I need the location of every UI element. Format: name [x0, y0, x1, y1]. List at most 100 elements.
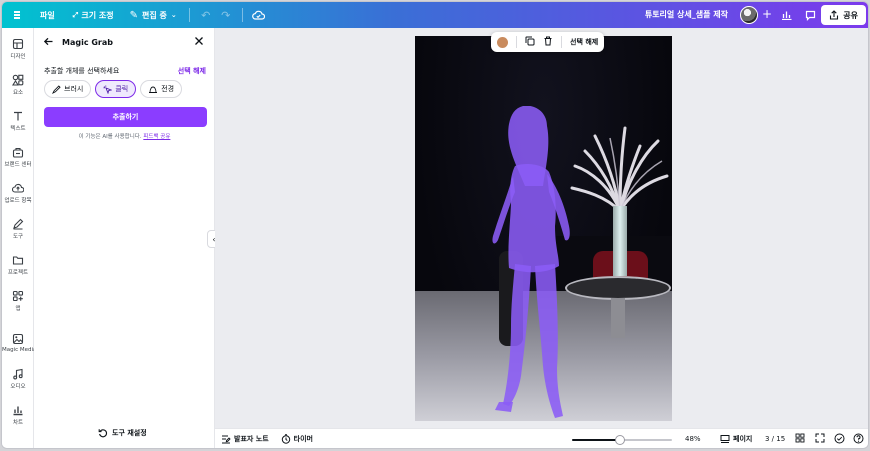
left-rail: 디자인 요소 텍스트 브랜드 센터 업로드 항목 도구 프로젝트 앱 Magic…	[2, 28, 37, 448]
chart-icon	[13, 406, 23, 416]
resize-icon: ⤢	[72, 10, 79, 19]
upload-icon	[12, 183, 24, 193]
bottom-bar: 발표자 노트 타이머 48% 페이지 3 / 15	[215, 428, 868, 448]
timer-icon	[281, 434, 290, 444]
plus-icon[interactable]: +	[762, 7, 772, 21]
divider	[516, 36, 517, 48]
canvas-photo[interactable]	[415, 36, 672, 421]
share-icon	[830, 10, 839, 20]
feedback-link[interactable]: 피드백 공유	[143, 134, 170, 140]
mode-label: 클릭	[115, 85, 129, 93]
rail-label: 오디오	[10, 384, 26, 390]
reset-icon	[98, 429, 108, 438]
avatar[interactable]	[740, 6, 758, 24]
click-icon	[103, 85, 113, 94]
rail-label: 업로드 항목	[4, 198, 32, 204]
cloud-save-icon[interactable]	[249, 5, 269, 25]
presenter-notes-button[interactable]: 발표자 노트	[221, 434, 269, 444]
rail-item-text[interactable]: 텍스트	[2, 110, 34, 132]
deselect-link[interactable]: 선택 해제	[178, 66, 206, 76]
table-stem	[611, 298, 625, 338]
file-menu[interactable]: 파일	[34, 5, 61, 25]
magic-media-icon	[12, 333, 24, 345]
brand-icon	[12, 147, 24, 158]
rail-item-projects[interactable]: 프로젝트	[2, 254, 34, 276]
back-arrow-icon[interactable]	[43, 36, 54, 50]
editing-mode-label: 편집 중	[141, 10, 167, 20]
vase	[613, 206, 627, 276]
instruction-text: 추출할 개체를 선택하세요	[44, 67, 120, 75]
feather-arrangement	[570, 126, 669, 213]
undo-icon[interactable]: ↶	[196, 5, 216, 25]
trash-icon[interactable]	[543, 36, 553, 49]
check-circle-icon[interactable]	[834, 433, 845, 447]
menu-icon[interactable]	[8, 5, 26, 25]
rail-label: 브랜드 센터	[4, 162, 32, 168]
reset-tool-button[interactable]: 도구 재설정	[98, 428, 147, 438]
notes-label: 발표자 노트	[234, 435, 269, 443]
rail-label: 차트	[12, 420, 24, 426]
resize-button[interactable]: ⤢ 크기 조정	[67, 5, 120, 25]
rail-item-uploads[interactable]: 업로드 항목	[2, 182, 34, 204]
rail-label: 디자인	[10, 54, 26, 60]
rail-item-elements[interactable]: 요소	[2, 74, 34, 96]
divider	[188, 8, 190, 22]
mode-label: 전경	[161, 85, 175, 93]
reset-label: 도구 재설정	[112, 429, 147, 437]
rail-label: 앱	[15, 306, 21, 312]
rail-item-apps[interactable]: 앱	[2, 290, 34, 312]
rail-item-brand[interactable]: 브랜드 센터	[2, 146, 34, 168]
zoom-level[interactable]: 48%	[685, 435, 701, 443]
rail-label: Magic Media	[2, 347, 37, 353]
extract-button[interactable]: 추출하기	[44, 107, 207, 127]
mode-brush-button[interactable]: 브러시	[44, 80, 92, 98]
ai-note-text: 이 기능은 AI를 사용합니다.	[78, 134, 142, 140]
grid-view-icon[interactable]	[795, 433, 805, 446]
notes-icon	[222, 435, 231, 444]
duplicate-icon[interactable]	[525, 36, 535, 49]
canvas-area: 선택 해제	[215, 28, 868, 428]
comment-icon[interactable]	[800, 5, 820, 25]
pages-icon	[720, 435, 730, 443]
rail-item-tools[interactable]: 도구	[2, 218, 34, 240]
rail-item-charts[interactable]: 차트	[2, 404, 34, 426]
analytics-icon[interactable]	[776, 5, 796, 25]
ai-disclaimer: 이 기능은 AI를 사용합니다. 피드백 공유	[34, 132, 215, 140]
deselect-button[interactable]: 선택 해제	[570, 37, 598, 47]
chevron-down-icon: ⌄	[170, 11, 177, 19]
timer-label: 타이머	[293, 435, 313, 443]
fullscreen-icon[interactable]	[815, 433, 825, 446]
resize-label: 크기 조정	[81, 10, 114, 20]
timer-button[interactable]: 타이머	[281, 434, 313, 444]
selected-subject-highlight[interactable]	[485, 106, 575, 421]
foreground-icon	[149, 86, 158, 93]
side-table	[565, 276, 671, 300]
mode-label: 브러시	[64, 85, 84, 93]
pages-button[interactable]: 페이지	[720, 434, 752, 444]
editing-mode-dropdown[interactable]: ✎ 편집 중 ⌄	[124, 5, 183, 25]
close-icon[interactable]	[194, 35, 204, 49]
layout-icon	[12, 38, 24, 50]
rail-item-magic-media[interactable]: Magic Media	[2, 333, 37, 353]
rail-item-audio[interactable]: 오디오	[2, 368, 34, 390]
redo-icon[interactable]: ↷	[216, 5, 236, 25]
rail-label: 요소	[12, 90, 24, 96]
mode-foreground-button[interactable]: 전경	[140, 80, 183, 98]
selection-mode-group: 브러시 클릭 전경	[44, 80, 183, 98]
mode-click-button[interactable]: 클릭	[95, 80, 137, 98]
panel-title: Magic Grab	[62, 38, 113, 47]
share-button[interactable]: 공유	[821, 5, 866, 25]
color-swatch[interactable]	[497, 36, 508, 48]
share-label: 공유	[843, 10, 858, 20]
rail-item-design[interactable]: 디자인	[2, 38, 34, 60]
brush-icon	[52, 84, 61, 94]
page-count: 3 / 15	[765, 435, 786, 443]
help-icon[interactable]	[853, 433, 864, 447]
divider	[561, 36, 562, 48]
top-bar: 파일 ⤢ 크기 조정 ✎ 편집 중 ⌄ ↶ ↷ 튜토리얼 상세_샘플 제작 + …	[2, 2, 868, 28]
design-title[interactable]: 튜토리얼 상세_샘플 제작	[645, 9, 728, 20]
element-floating-toolbar: 선택 해제	[491, 32, 605, 52]
pen-tool-icon	[13, 218, 24, 230]
zoom-slider[interactable]	[572, 435, 672, 445]
zoom-slider-knob[interactable]	[615, 435, 625, 445]
